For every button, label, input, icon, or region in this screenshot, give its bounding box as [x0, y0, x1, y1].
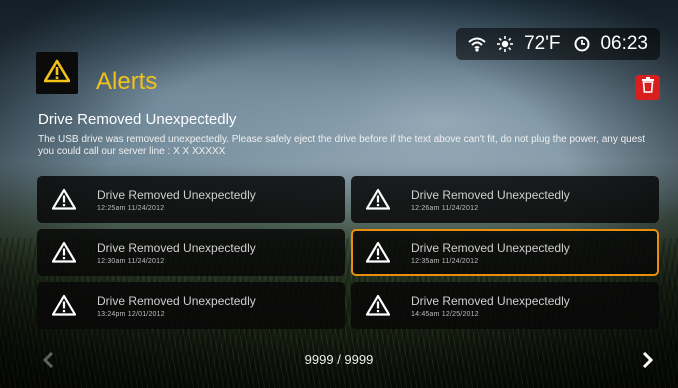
alert-item-timestamp: 12:26am 11/24/2012 [411, 204, 479, 212]
alert-item-title: Drive Removed Unexpectedly [97, 293, 256, 308]
alerts-badge [36, 52, 78, 94]
clock-icon [574, 36, 590, 52]
alert-item-timestamp: 13:24pm 12/01/2012 [97, 310, 165, 318]
status-bar: 72'F 06:23 [456, 28, 660, 60]
alert-item-timestamp: 12:30am 11/24/2012 [97, 257, 165, 265]
warning-icon [51, 241, 77, 265]
delete-button[interactable] [635, 75, 660, 100]
temperature: 72'F [524, 33, 561, 54]
alert-item-title: Drive Removed Unexpectedly [411, 240, 570, 255]
chevron-right-icon [640, 351, 654, 372]
page-title: Alerts [96, 68, 158, 95]
sun-icon [496, 35, 514, 53]
alert-item[interactable]: Drive Removed Unexpectedly 14:45am 12/25… [351, 282, 659, 329]
warning-icon [365, 188, 391, 212]
alert-item[interactable]: Drive Removed Unexpectedly 12:26am 11/24… [351, 176, 659, 223]
warning-icon [43, 59, 71, 88]
alert-item-title: Drive Removed Unexpectedly [97, 187, 256, 202]
alert-item-timestamp: 14:45am 12/25/2012 [411, 310, 479, 318]
alert-item[interactable]: Drive Removed Unexpectedly 12:25am 11/24… [37, 176, 345, 223]
warning-icon [365, 294, 391, 318]
alert-item[interactable]: Drive Removed Unexpectedly 12:30am 11/24… [37, 229, 345, 276]
page-indicator: 9999 / 9999 [304, 352, 374, 367]
warning-icon [51, 294, 77, 318]
alert-item[interactable]: Drive Removed Unexpectedly 13:24pm 12/01… [37, 282, 345, 329]
warning-icon [365, 241, 391, 265]
alert-detail-message: The USB drive was removed unexpectedly. … [38, 134, 646, 157]
trash-icon [641, 77, 655, 98]
alert-item-title: Drive Removed Unexpectedly [411, 187, 570, 202]
alert-list: Drive Removed Unexpectedly 12:25am 11/24… [37, 176, 659, 329]
alert-item-title: Drive Removed Unexpectedly [411, 293, 570, 308]
alert-item-timestamp: 12:35am 11/24/2012 [411, 257, 479, 265]
alert-detail-title: Drive Removed Unexpectedly [38, 111, 237, 128]
clock-time: 06:23 [600, 33, 648, 54]
alert-item-title: Drive Removed Unexpectedly [97, 240, 256, 255]
warning-icon [51, 188, 77, 212]
next-page-button[interactable] [640, 351, 654, 369]
alert-item-selected[interactable]: Drive Removed Unexpectedly 12:35am 11/24… [351, 229, 659, 276]
wifi-icon [468, 36, 486, 52]
alert-item-timestamp: 12:25am 11/24/2012 [97, 204, 165, 212]
